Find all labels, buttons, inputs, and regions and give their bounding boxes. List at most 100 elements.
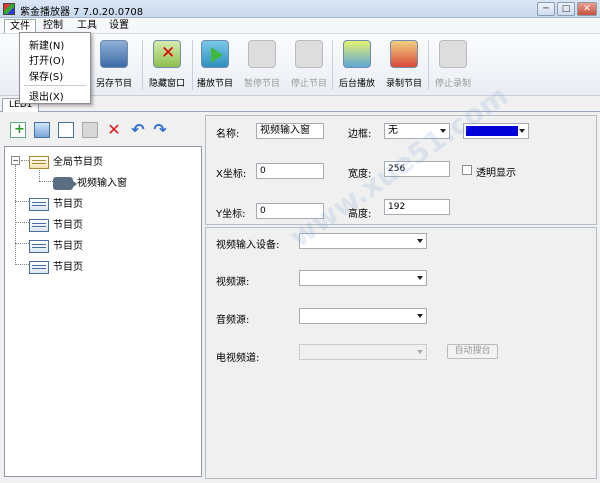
tree-line	[21, 160, 29, 161]
menu-item-open[interactable]: 打开(O)	[29, 52, 65, 67]
height-field[interactable]: 192	[384, 199, 450, 215]
file-menu-dropdown: 新建(N) 打开(O) 保存(S) 退出(X)	[19, 32, 91, 104]
tree-line	[39, 167, 40, 181]
app-icon	[3, 3, 15, 15]
tree-item-page[interactable]: 节目页	[29, 237, 83, 253]
stop-record-label: 停止录制	[434, 79, 471, 89]
window-title: 紫金播放器 7 7.0.20.0708	[20, 7, 144, 18]
tree-toolbar: + ✕ ↶ ↷	[4, 120, 200, 144]
play-icon	[201, 40, 229, 68]
video-device-label: 视频输入设备:	[216, 240, 280, 251]
border-select-value: 无	[388, 125, 398, 136]
audio-source-label: 音频源:	[216, 315, 250, 326]
video-source-select[interactable]	[299, 270, 427, 286]
record-icon	[390, 40, 418, 68]
page-icon	[29, 260, 49, 274]
video-settings-panel: 视频输入设备: 视频源: 音频源: 电视频道: 自动搜台	[205, 227, 597, 479]
menu-control[interactable]: 控制	[38, 19, 68, 33]
tree-item-page[interactable]: 节目页	[29, 258, 83, 274]
copy-icon[interactable]	[58, 122, 74, 138]
page-icon	[29, 155, 49, 169]
menu-item-save[interactable]: 保存(S)	[29, 68, 63, 83]
page-icon	[29, 218, 49, 232]
name-label: 名称:	[216, 129, 240, 140]
background-play-icon	[343, 40, 371, 68]
delete-icon[interactable]: ✕	[106, 122, 122, 138]
tree-item-label: 节目页	[53, 220, 83, 231]
add-window-icon[interactable]	[34, 122, 50, 138]
tree-item-label: 全局节目页	[53, 157, 103, 168]
tv-channel-select[interactable]	[299, 344, 427, 360]
tree-item-page[interactable]: 节目页	[29, 216, 83, 232]
tree-item-label: 节目页	[53, 199, 83, 210]
hide-window-button[interactable]: ✕ 隐藏窗口	[143, 38, 191, 92]
maximize-button[interactable]: □	[557, 2, 575, 16]
name-field[interactable]: 视频输入窗	[256, 123, 324, 139]
stop-record-button[interactable]: 停止录制	[429, 38, 477, 92]
x-label: X坐标:	[216, 169, 247, 180]
tree-item-label: 节目页	[53, 262, 83, 273]
menu-settings[interactable]: 设置	[104, 19, 134, 33]
stop-icon	[295, 40, 323, 68]
record-label: 录制节目	[385, 79, 422, 89]
tree-line	[39, 181, 53, 182]
menu-separator	[24, 85, 86, 86]
chevron-down-icon	[519, 129, 525, 133]
tree-item-video-input[interactable]: 视频输入窗	[53, 174, 127, 190]
tree-item-label: 节目页	[53, 241, 83, 252]
menu-file[interactable]: 文件	[4, 19, 36, 33]
minimize-button[interactable]: ─	[537, 2, 555, 16]
chevron-down-icon	[417, 314, 423, 318]
chevron-down-icon	[417, 276, 423, 280]
video-source-label: 视频源:	[216, 277, 250, 288]
hide-window-icon: ✕	[153, 40, 181, 68]
background-play-button[interactable]: 后台播放	[333, 38, 381, 92]
video-camera-icon	[53, 176, 77, 190]
tree-line	[15, 201, 29, 202]
tree-item-global-page[interactable]: 全局节目页	[29, 153, 103, 169]
y-label: Y坐标:	[216, 209, 246, 220]
stop-record-icon	[439, 40, 467, 68]
record-button[interactable]: 录制节目	[380, 38, 428, 92]
auto-search-button[interactable]: 自动搜台	[447, 344, 498, 359]
tree-line	[15, 243, 29, 244]
stop-button[interactable]: 停止节目	[285, 38, 333, 92]
paste-icon[interactable]	[82, 122, 98, 138]
collapse-toggle[interactable]: −	[11, 156, 20, 165]
play-label: 播放节目	[196, 79, 233, 89]
undo-icon[interactable]: ↶	[130, 122, 146, 138]
pause-button[interactable]: 暂停节目	[238, 38, 286, 92]
audio-source-select[interactable]	[299, 308, 427, 324]
tv-channel-label: 电视频道:	[216, 353, 260, 364]
background-play-label: 后台播放	[338, 79, 375, 89]
page-icon	[29, 239, 49, 253]
x-field[interactable]: 0	[256, 163, 324, 179]
save-as-label: 另存节目	[95, 79, 132, 89]
tree-line	[15, 165, 16, 265]
chevron-down-icon	[417, 350, 423, 354]
redo-icon[interactable]: ↷	[152, 122, 168, 138]
transparent-label: 透明显示	[476, 168, 516, 179]
pause-icon	[248, 40, 276, 68]
border-label: 边框:	[348, 129, 372, 140]
close-button[interactable]: ✕	[577, 2, 597, 16]
play-button[interactable]: 播放节目	[191, 38, 239, 92]
tree-line	[15, 264, 29, 265]
transparent-checkbox[interactable]	[462, 165, 472, 175]
save-as-button[interactable]: 另存节目	[90, 38, 138, 92]
menu-item-exit[interactable]: 退出(X)	[29, 88, 64, 103]
add-page-icon[interactable]: +	[10, 122, 26, 138]
page-icon	[29, 197, 49, 211]
stop-label: 停止节目	[290, 79, 327, 89]
menu-tools[interactable]: 工具	[72, 19, 102, 33]
chevron-down-icon	[417, 239, 423, 243]
menu-item-new[interactable]: 新建(N)	[29, 37, 64, 52]
hide-window-label: 隐藏窗口	[148, 79, 185, 89]
tree-item-page[interactable]: 节目页	[29, 195, 83, 211]
save-as-icon	[100, 40, 128, 68]
tree-line	[15, 222, 29, 223]
title-bar: 紫金播放器 7 7.0.20.0708 ─ □ ✕	[0, 0, 600, 18]
tree-item-label: 视频输入窗	[77, 178, 127, 189]
pause-label: 暂停节目	[243, 79, 280, 89]
program-tree: − 全局节目页 视频输入窗 节目页 节目页 节目页 节目页	[4, 146, 202, 477]
